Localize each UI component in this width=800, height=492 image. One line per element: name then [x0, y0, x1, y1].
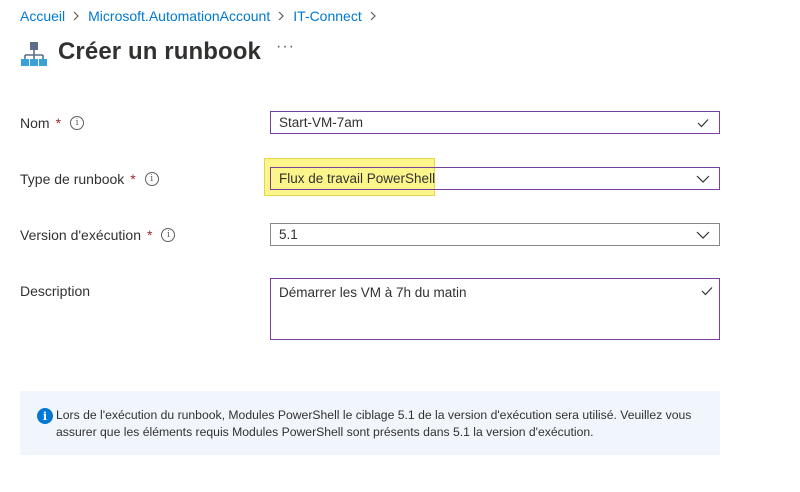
- name-label-text: Nom: [20, 115, 50, 131]
- checkmark-icon: [701, 284, 713, 299]
- info-message-line-2: assurer que les éléments requis Modules …: [56, 425, 594, 439]
- info-message: i Lors de l'exécution du runbook, Module…: [20, 391, 720, 455]
- runtime-version-select[interactable]: 5.1: [270, 223, 720, 246]
- chevron-right-icon: [276, 11, 286, 21]
- description-label-text: Description: [20, 283, 91, 299]
- page-title: Créer un runbook: [58, 38, 261, 65]
- breadcrumb: Accueil Microsoft.AutomationAccount IT-C…: [20, 8, 385, 24]
- chevron-right-icon: [71, 11, 81, 21]
- runbook-type-label: Type de runbook * i: [20, 171, 159, 187]
- runtime-version-label-text: Version d'exécution: [20, 227, 141, 243]
- checkmark-icon: [695, 115, 711, 131]
- runbook-icon: [21, 42, 47, 66]
- info-icon[interactable]: i: [161, 228, 176, 242]
- breadcrumb-it-connect[interactable]: IT-Connect: [293, 8, 361, 24]
- name-input[interactable]: Start-VM-7am: [270, 111, 720, 134]
- runtime-version-label: Version d'exécution * i: [20, 227, 176, 243]
- required-marker: *: [55, 115, 62, 131]
- info-message-line-1: Lors de l'exécution du runbook, Modules …: [56, 408, 692, 422]
- runbook-type-select[interactable]: Flux de travail PowerShell: [270, 167, 720, 190]
- runbook-type-label-text: Type de runbook: [20, 171, 125, 187]
- name-label: Nom * i: [20, 115, 85, 131]
- runtime-version-value: 5.1: [279, 227, 298, 242]
- chevron-down-icon: [695, 227, 711, 243]
- more-options-button[interactable]: ···: [276, 38, 295, 56]
- description-textarea[interactable]: Démarrer les VM à 7h du matin: [270, 278, 720, 340]
- info-icon[interactable]: i: [144, 172, 159, 186]
- description-label: Description: [20, 283, 90, 299]
- breadcrumb-home[interactable]: Accueil: [20, 8, 65, 24]
- description-value: Démarrer les VM à 7h du matin: [279, 285, 467, 300]
- required-marker: *: [146, 227, 153, 243]
- page-header: Créer un runbook: [20, 36, 261, 68]
- name-input-value: Start-VM-7am: [279, 115, 364, 130]
- chevron-down-icon: [695, 171, 711, 187]
- chevron-right-icon: [368, 11, 378, 21]
- breadcrumb-automation-account[interactable]: Microsoft.AutomationAccount: [88, 8, 270, 24]
- info-icon[interactable]: i: [70, 116, 85, 130]
- required-marker: *: [130, 171, 136, 187]
- runbook-type-value: Flux de travail PowerShell: [279, 171, 436, 186]
- info-circle-icon: i: [37, 408, 53, 424]
